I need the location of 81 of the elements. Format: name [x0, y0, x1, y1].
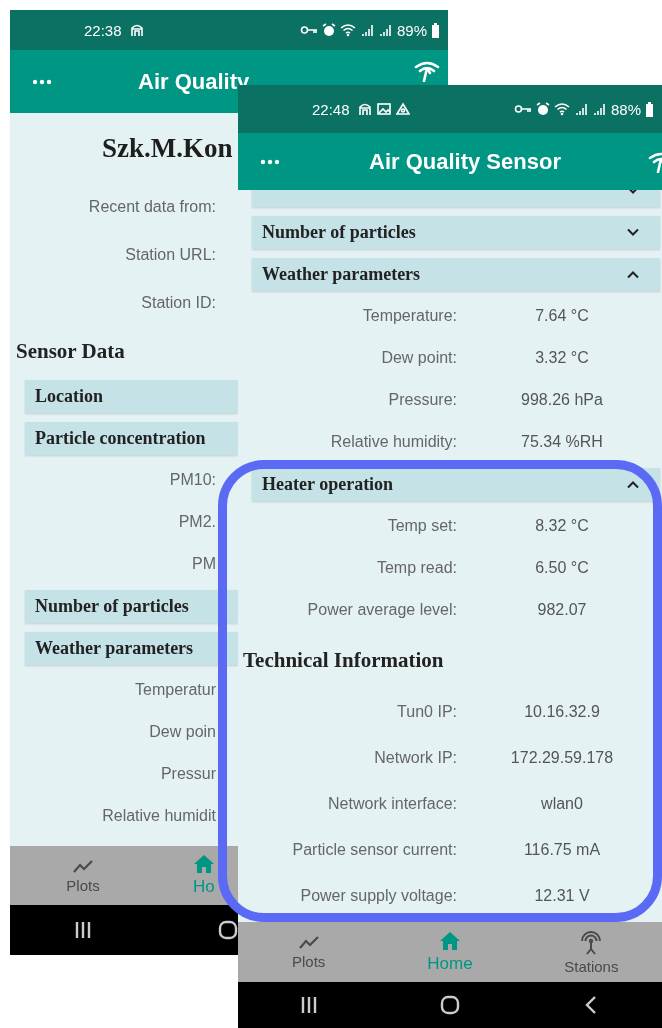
- home-icon: [193, 854, 215, 874]
- field-label: PM10:: [169, 471, 216, 489]
- field-label: Temperatur: [135, 681, 216, 699]
- more-icon: [260, 158, 280, 165]
- field-label: Power supply voltage:: [300, 887, 457, 905]
- field-label: Dew poin: [149, 723, 216, 741]
- field-value: 998.26 hPa: [521, 391, 603, 409]
- wifi-icon: [339, 23, 357, 37]
- nav-tab[interactable]: Plots: [10, 846, 156, 905]
- line-chart-icon: [72, 857, 94, 874]
- field-value: 75.34 %RH: [521, 433, 603, 451]
- field-label: Dew point:: [381, 349, 457, 367]
- field-label: Network IP:: [374, 749, 457, 767]
- arch-icon: [357, 102, 372, 116]
- section-header[interactable]: Number of particles: [252, 215, 660, 249]
- field-value: 6.50 °C: [535, 559, 589, 577]
- field-label: PM2.: [178, 513, 216, 531]
- section-header[interactable]: Weather parameters: [25, 631, 238, 665]
- field-label: Power average level:: [307, 601, 457, 619]
- line-chart-icon: [297, 934, 320, 950]
- field-label: Relative humidit: [102, 807, 216, 825]
- triangle-icon: [395, 102, 410, 116]
- field-label: Temp read:: [376, 559, 457, 577]
- section-header[interactable]: Weather parameters: [252, 257, 660, 291]
- field-label: Network interface:: [328, 795, 457, 813]
- signal-icon: [574, 102, 589, 116]
- field-label: Pressure:: [388, 391, 457, 409]
- signal-icon: [378, 23, 393, 37]
- field-value: 8.32 °C: [535, 517, 589, 535]
- field-value: 116.75 mA: [523, 841, 601, 859]
- section-title: Sensor Data: [15, 337, 126, 365]
- section-header[interactable]: Number of particles: [25, 589, 238, 623]
- section-header[interactable]: Particle concentration: [25, 421, 238, 455]
- back-icon: [585, 995, 598, 1015]
- field-label: Relative humidity:: [330, 433, 457, 451]
- station-name: Szk.M.Kon: [101, 131, 234, 165]
- clock-time: 22:48: [312, 100, 350, 118]
- signal-fan-icon[interactable]: [414, 60, 440, 82]
- field-label: Pressur: [160, 765, 216, 783]
- clock-time: 22:38: [84, 21, 122, 39]
- section-header[interactable]: Heater operation: [252, 467, 660, 501]
- signal-icon: [592, 102, 607, 116]
- field-label: Station ID:: [141, 294, 216, 312]
- recent-apps-icon: [299, 996, 318, 1014]
- field-label: Particle sensor current:: [292, 841, 457, 859]
- field-label: Temperature:: [362, 307, 457, 325]
- field-label: Recent data from:: [88, 198, 216, 216]
- section-title: Technical Information: [242, 646, 445, 674]
- battery-icon: [645, 101, 654, 117]
- app-title: Air Quality Sensor: [369, 148, 561, 175]
- chevron-up-icon: [626, 269, 640, 279]
- chevron-up-icon: [626, 479, 640, 489]
- nav-tab[interactable]: Stations: [520, 922, 662, 982]
- section-header[interactable]: Location: [25, 379, 238, 413]
- field-value: 3.32 °C: [535, 349, 589, 367]
- field-label: Tun0 IP:: [397, 703, 457, 721]
- field-value: 982.07: [537, 601, 587, 619]
- key-icon: [299, 24, 318, 36]
- alarm-icon: [321, 23, 336, 37]
- more-icon: [32, 78, 52, 85]
- home-icon: [439, 930, 461, 951]
- wifi-icon: [553, 102, 571, 116]
- arch-icon: [129, 23, 144, 37]
- battery-percent: 88%: [610, 100, 641, 118]
- image-icon: [376, 102, 391, 116]
- field-value: 172.29.59.178: [510, 749, 614, 767]
- field-value: 12.31 V: [534, 887, 590, 905]
- field-value: 7.64 °C: [535, 307, 589, 325]
- field-value: 10.16.32.9: [524, 703, 600, 721]
- recent-apps-icon: [74, 921, 92, 939]
- battery-percent: 89%: [396, 21, 427, 39]
- field-value: wlan0: [541, 795, 583, 813]
- field-label: Station URL:: [125, 246, 216, 264]
- field-label: Temp set:: [387, 517, 457, 535]
- nav-tab[interactable]: Plots: [238, 922, 380, 982]
- field-label: PM: [192, 555, 216, 573]
- battery-icon: [431, 22, 440, 38]
- key-icon: [513, 103, 532, 115]
- chevron-down-icon: [626, 227, 640, 237]
- alarm-icon: [535, 102, 550, 116]
- signal-icon: [360, 23, 375, 37]
